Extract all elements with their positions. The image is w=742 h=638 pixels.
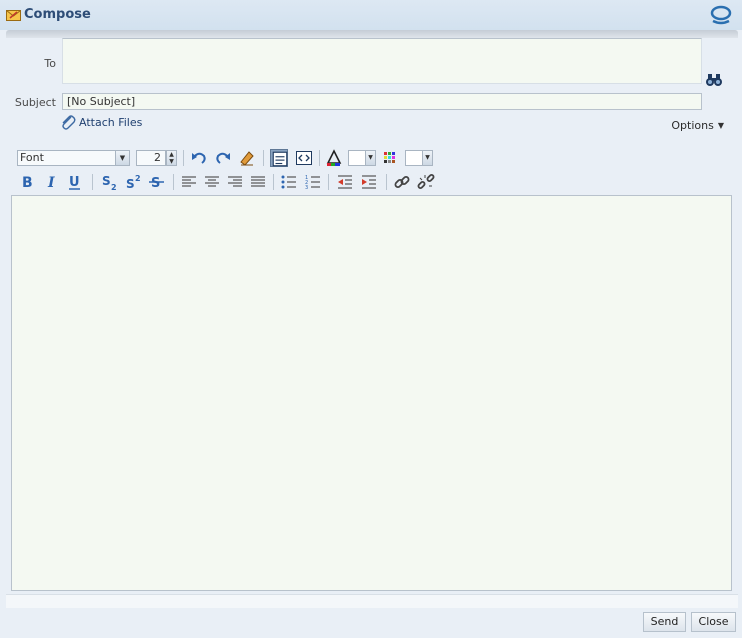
font-color-dropdown[interactable]: ▼ [348, 150, 376, 166]
toolbar-separator [328, 174, 329, 190]
italic-icon[interactable]: I [43, 173, 61, 191]
toolbar-separator [92, 174, 93, 190]
subscript-icon[interactable]: S2 [100, 173, 118, 191]
toolbar-separator [263, 150, 264, 166]
svg-text:S: S [151, 176, 160, 191]
svg-text:I: I [47, 175, 55, 191]
window-title: Compose [24, 7, 91, 22]
editor-toolbar-bottom: B I U S2 S2 S 123 [17, 172, 437, 192]
toolbar-separator [386, 174, 387, 190]
attach-files-label: Attach Files [79, 115, 143, 129]
unlink-icon[interactable] [417, 173, 435, 191]
align-right-icon[interactable] [226, 173, 244, 191]
svg-text:S: S [126, 177, 135, 191]
chevron-down-icon: ▼ [422, 151, 432, 165]
status-strip [6, 594, 738, 608]
chevron-down-icon: ▼ [115, 151, 129, 165]
indent-icon[interactable] [360, 173, 378, 191]
background-color-dropdown[interactable]: ▼ [405, 150, 433, 166]
dialog-footer [0, 608, 742, 638]
panel-header [6, 30, 738, 38]
options-label: Options [671, 119, 714, 132]
chevron-down-icon: ▼ [717, 121, 724, 130]
redo-icon[interactable] [214, 149, 232, 167]
rich-text-mode-icon[interactable] [270, 149, 288, 167]
numbered-list-icon[interactable]: 123 [304, 173, 322, 191]
font-color-icon[interactable] [325, 149, 343, 167]
toolbar-separator [173, 174, 174, 190]
options-menu[interactable]: Options ▼ [671, 119, 724, 132]
send-button[interactable]: Send [643, 612, 686, 632]
font-select[interactable]: Font ▼ [17, 150, 130, 166]
link-icon[interactable] [393, 173, 411, 191]
svg-text:U: U [69, 175, 80, 190]
font-select-value: Font [20, 151, 44, 164]
binoculars-icon[interactable] [705, 72, 723, 88]
undo-icon[interactable] [190, 149, 208, 167]
toolbar-separator [183, 150, 184, 166]
editor-toolbar-top: Font ▼ 2 ▲ ▼ ▼ ▼ [17, 148, 437, 168]
svg-text:2: 2 [111, 183, 117, 191]
message-body-editor[interactable] [11, 195, 732, 591]
strikethrough-icon[interactable]: S [148, 173, 166, 191]
paperclip-icon [60, 114, 76, 130]
justify-icon[interactable] [249, 173, 267, 191]
close-button[interactable]: Close [691, 612, 736, 632]
bold-icon[interactable]: B [19, 173, 37, 191]
svg-text:B: B [22, 175, 33, 191]
svg-text:2: 2 [135, 174, 141, 183]
outdent-icon[interactable] [336, 173, 354, 191]
toolbar-separator [319, 150, 320, 166]
svg-text:3: 3 [305, 185, 308, 191]
to-label: To [44, 57, 56, 70]
bulleted-list-icon[interactable] [280, 173, 298, 191]
font-size-stepper[interactable]: ▲ ▼ [166, 150, 177, 166]
font-size-input[interactable]: 2 [136, 150, 166, 166]
subject-label: Subject [14, 96, 56, 109]
title-bar: Compose [0, 0, 742, 30]
background-color-icon[interactable] [381, 149, 399, 167]
compose-icon [6, 9, 21, 21]
toolbar-separator [273, 174, 274, 190]
svg-text:S: S [102, 174, 111, 188]
brand-icon [710, 5, 732, 25]
align-center-icon[interactable] [203, 173, 221, 191]
superscript-icon[interactable]: S2 [124, 173, 142, 191]
to-field[interactable] [62, 38, 702, 84]
underline-icon[interactable]: U [66, 173, 84, 191]
source-mode-icon[interactable] [295, 149, 313, 167]
chevron-down-icon: ▼ [365, 151, 375, 165]
subject-input[interactable]: [No Subject] [62, 93, 702, 110]
attach-files-link[interactable]: Attach Files [60, 114, 142, 130]
eraser-icon[interactable] [238, 149, 256, 167]
align-left-icon[interactable] [180, 173, 198, 191]
